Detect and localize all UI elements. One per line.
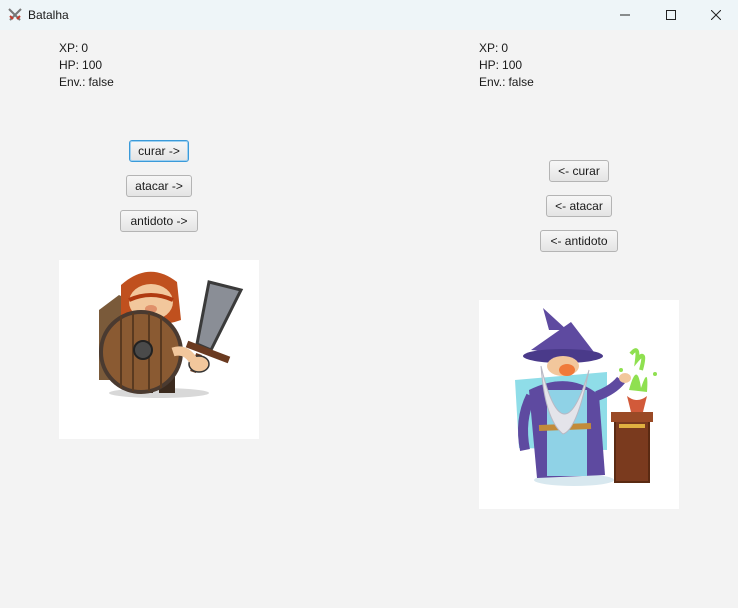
right-xp: XP: 0: [479, 40, 534, 57]
right-player-stats: XP: 0 HP: 100 Env.: false: [479, 40, 534, 91]
minimize-button[interactable]: [602, 0, 648, 30]
minimize-icon: [620, 14, 630, 16]
maximize-icon: [666, 10, 676, 20]
left-player-stats: XP: 0 HP: 100 Env.: false: [59, 40, 114, 91]
right-heal-button[interactable]: <- curar: [549, 160, 609, 182]
right-hp: HP: 100: [479, 57, 534, 74]
left-attack-button[interactable]: atacar ->: [126, 175, 192, 197]
close-button[interactable]: [693, 0, 738, 30]
window-title: Batalha: [28, 8, 69, 22]
left-env: Env.: false: [59, 74, 114, 91]
title-bar: Batalha: [0, 0, 738, 30]
maximize-button[interactable]: [648, 0, 694, 30]
right-attack-button[interactable]: <- atacar: [546, 195, 612, 217]
hp-label: HP:: [479, 58, 500, 72]
left-heal-button[interactable]: curar ->: [129, 140, 189, 162]
right-env: Env.: false: [479, 74, 534, 91]
crossed-swords-icon: [7, 7, 23, 23]
xp-value: 0: [501, 41, 509, 55]
hp-value: 100: [502, 58, 523, 72]
left-hp: HP: 100: [59, 57, 114, 74]
close-icon: [711, 10, 721, 20]
env-value: false: [88, 75, 114, 89]
xp-value: 0: [81, 41, 89, 55]
hp-label: HP:: [59, 58, 80, 72]
right-antidote-button[interactable]: <- antidoto: [540, 230, 618, 252]
xp-label: XP:: [479, 41, 499, 55]
wizard-alchemist-image: [479, 300, 679, 509]
left-antidote-button[interactable]: antidoto ->: [120, 210, 198, 232]
dwarf-warrior-image: [59, 260, 259, 439]
left-xp: XP: 0: [59, 40, 114, 57]
env-label: Env.:: [59, 75, 86, 89]
xp-label: XP:: [59, 41, 79, 55]
env-label: Env.:: [479, 75, 506, 89]
hp-value: 100: [82, 58, 103, 72]
env-value: false: [508, 75, 534, 89]
